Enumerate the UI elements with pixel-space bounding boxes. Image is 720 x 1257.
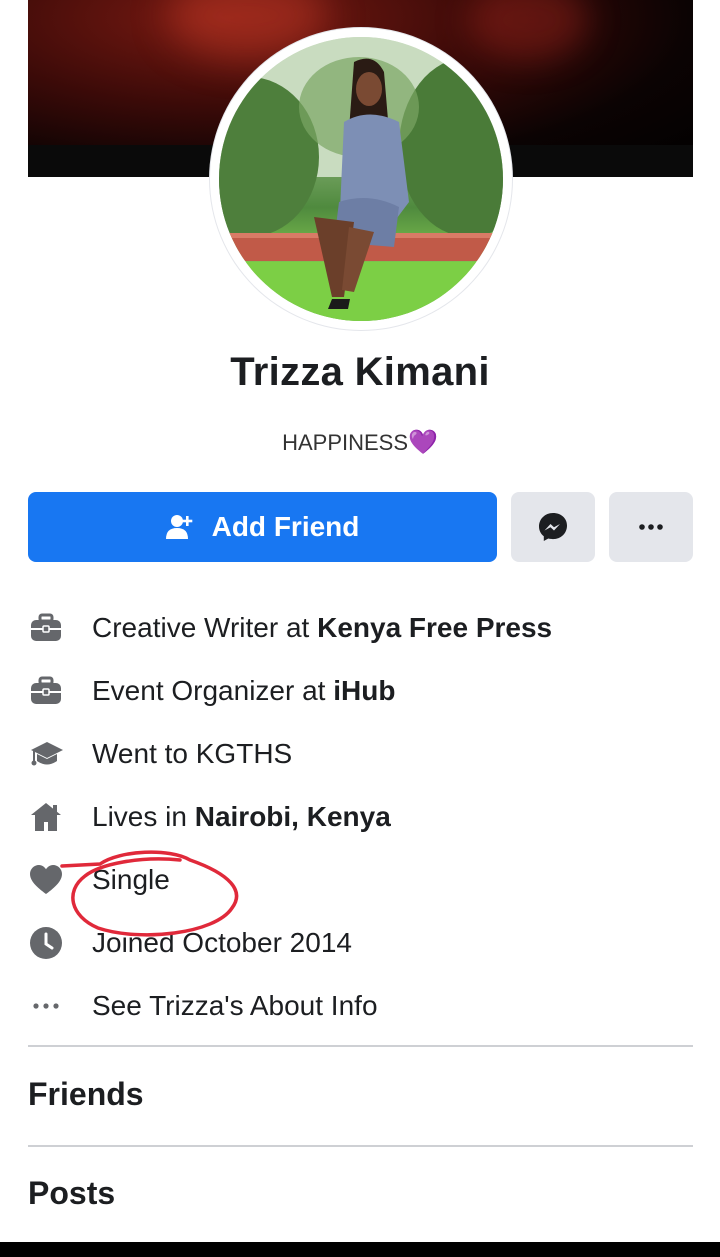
intro-item-bold[interactable]: iHub — [333, 675, 395, 706]
intro-details: Creative Writer at Kenya Free Press Even… — [28, 596, 693, 1037]
more-dots-icon — [28, 988, 64, 1024]
add-person-icon — [165, 515, 192, 539]
intro-item-text: Creative Writer at — [92, 611, 318, 643]
intro-item-text: Joined October 2014 — [92, 926, 352, 958]
profile-name: Trizza Kimani — [230, 350, 490, 394]
profile-picture[interactable] — [219, 37, 503, 321]
more-dots-icon — [639, 524, 663, 530]
more-options-button[interactable] — [609, 492, 693, 562]
heart-icon — [28, 862, 64, 898]
intro-item-text: Single — [92, 863, 170, 895]
friends-section-title[interactable]: Friends — [28, 1076, 144, 1113]
section-divider — [28, 1145, 693, 1147]
briefcase-icon — [28, 673, 64, 709]
intro-item-work-1[interactable]: Creative Writer at Kenya Free Press — [28, 596, 693, 659]
home-icon — [28, 799, 64, 835]
intro-item-text: Event Organizer at — [92, 674, 334, 706]
intro-item-relationship[interactable]: Single — [28, 848, 693, 911]
intro-item-education[interactable]: Went to KGTHS — [28, 722, 693, 785]
intro-item-text: Lives in — [92, 800, 195, 832]
message-button[interactable] — [511, 492, 595, 562]
intro-item-work-2[interactable]: Event Organizer at iHub — [28, 659, 693, 722]
intro-item-joined: Joined October 2014 — [28, 911, 693, 974]
intro-item-text: Went to KGTHS — [92, 737, 293, 769]
bio-text: HAPPINESS — [282, 430, 409, 455]
intro-item-bold[interactable]: Nairobi, Kenya — [195, 801, 391, 832]
graduation-cap-icon — [28, 736, 64, 772]
profile-picture-frame[interactable] — [210, 28, 512, 330]
briefcase-icon — [28, 610, 64, 646]
intro-item-location[interactable]: Lives in Nairobi, Kenya — [28, 785, 693, 848]
intro-item-text: See Trizza's About Info — [92, 989, 378, 1021]
add-friend-label: Add Friend — [211, 511, 360, 542]
see-about-info-link[interactable]: See Trizza's About Info — [28, 974, 693, 1037]
purple-heart-emoji: 💜 — [408, 429, 438, 456]
messenger-icon — [539, 513, 567, 541]
clock-icon — [28, 925, 64, 961]
add-friend-button[interactable]: Add Friend — [28, 492, 497, 562]
intro-item-bold[interactable]: Kenya Free Press — [317, 612, 552, 643]
posts-section-title[interactable]: Posts — [28, 1175, 115, 1212]
profile-bio: HAPPINESS💜 — [0, 428, 720, 457]
section-divider — [28, 1045, 693, 1047]
bottom-system-bar — [0, 1242, 720, 1257]
